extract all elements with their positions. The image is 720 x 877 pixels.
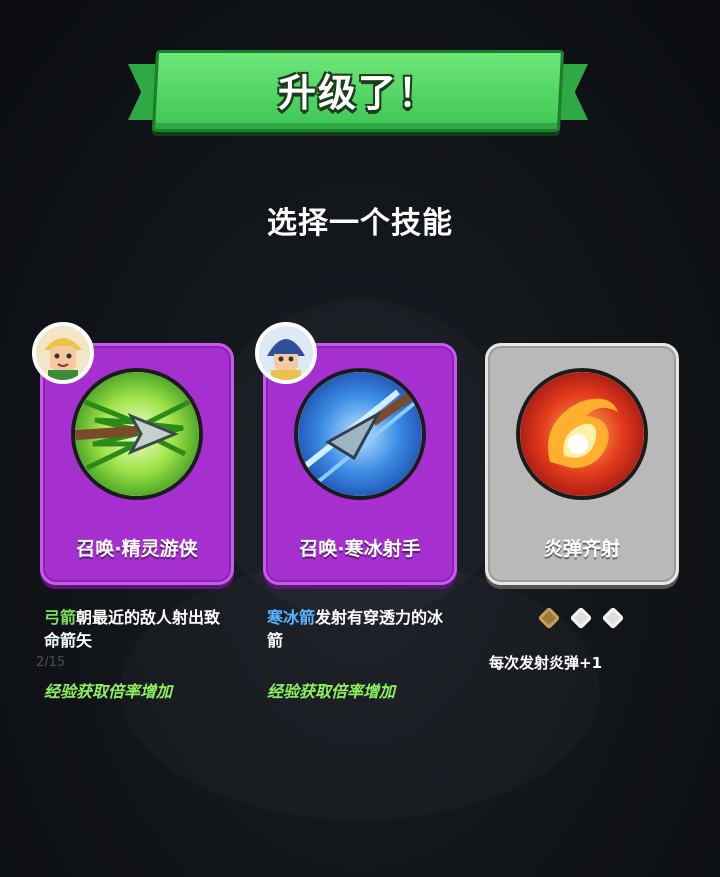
- skill-description: 寒冰箭发射有穿透力的冰箭: [267, 606, 457, 652]
- page-subtitle: 选择一个技能: [267, 206, 453, 241]
- background-progress-text: 2/15: [36, 655, 66, 670]
- green-arrow-icon: [75, 372, 199, 496]
- ice-archer-portrait: [255, 322, 317, 384]
- banner-title: 升级了！: [277, 71, 438, 115]
- skill-keyword: 弓箭: [44, 608, 77, 627]
- level-dot-empty: [601, 606, 625, 630]
- skill-card-name: 召唤·寒冰射手: [299, 538, 421, 560]
- skill-keyword: 寒冰箭: [267, 608, 316, 627]
- skill-description: 每次发射炎弹+1: [489, 654, 603, 672]
- fireball-icon: [520, 372, 644, 496]
- ice-arrow-icon: [298, 372, 422, 496]
- elf-ranger-portrait: [32, 322, 94, 384]
- level-up-banner: 升级了！: [128, 44, 588, 136]
- level-dot-filled: [537, 606, 561, 630]
- skill-bonus: 经验获取倍率增加: [267, 682, 396, 701]
- skill-card-fire-volley[interactable]: 炎弹齐射: [485, 343, 679, 585]
- skill-card-name: 召唤·精灵游侠: [76, 538, 198, 560]
- skill-level-indicator: [537, 606, 625, 630]
- level-dot-empty: [569, 606, 593, 630]
- skill-card-name: 炎弹齐射: [543, 538, 620, 560]
- skill-bonus: 经验获取倍率增加: [44, 682, 173, 701]
- skill-description: 弓箭朝最近的敌人射出致命箭矢: [44, 606, 234, 652]
